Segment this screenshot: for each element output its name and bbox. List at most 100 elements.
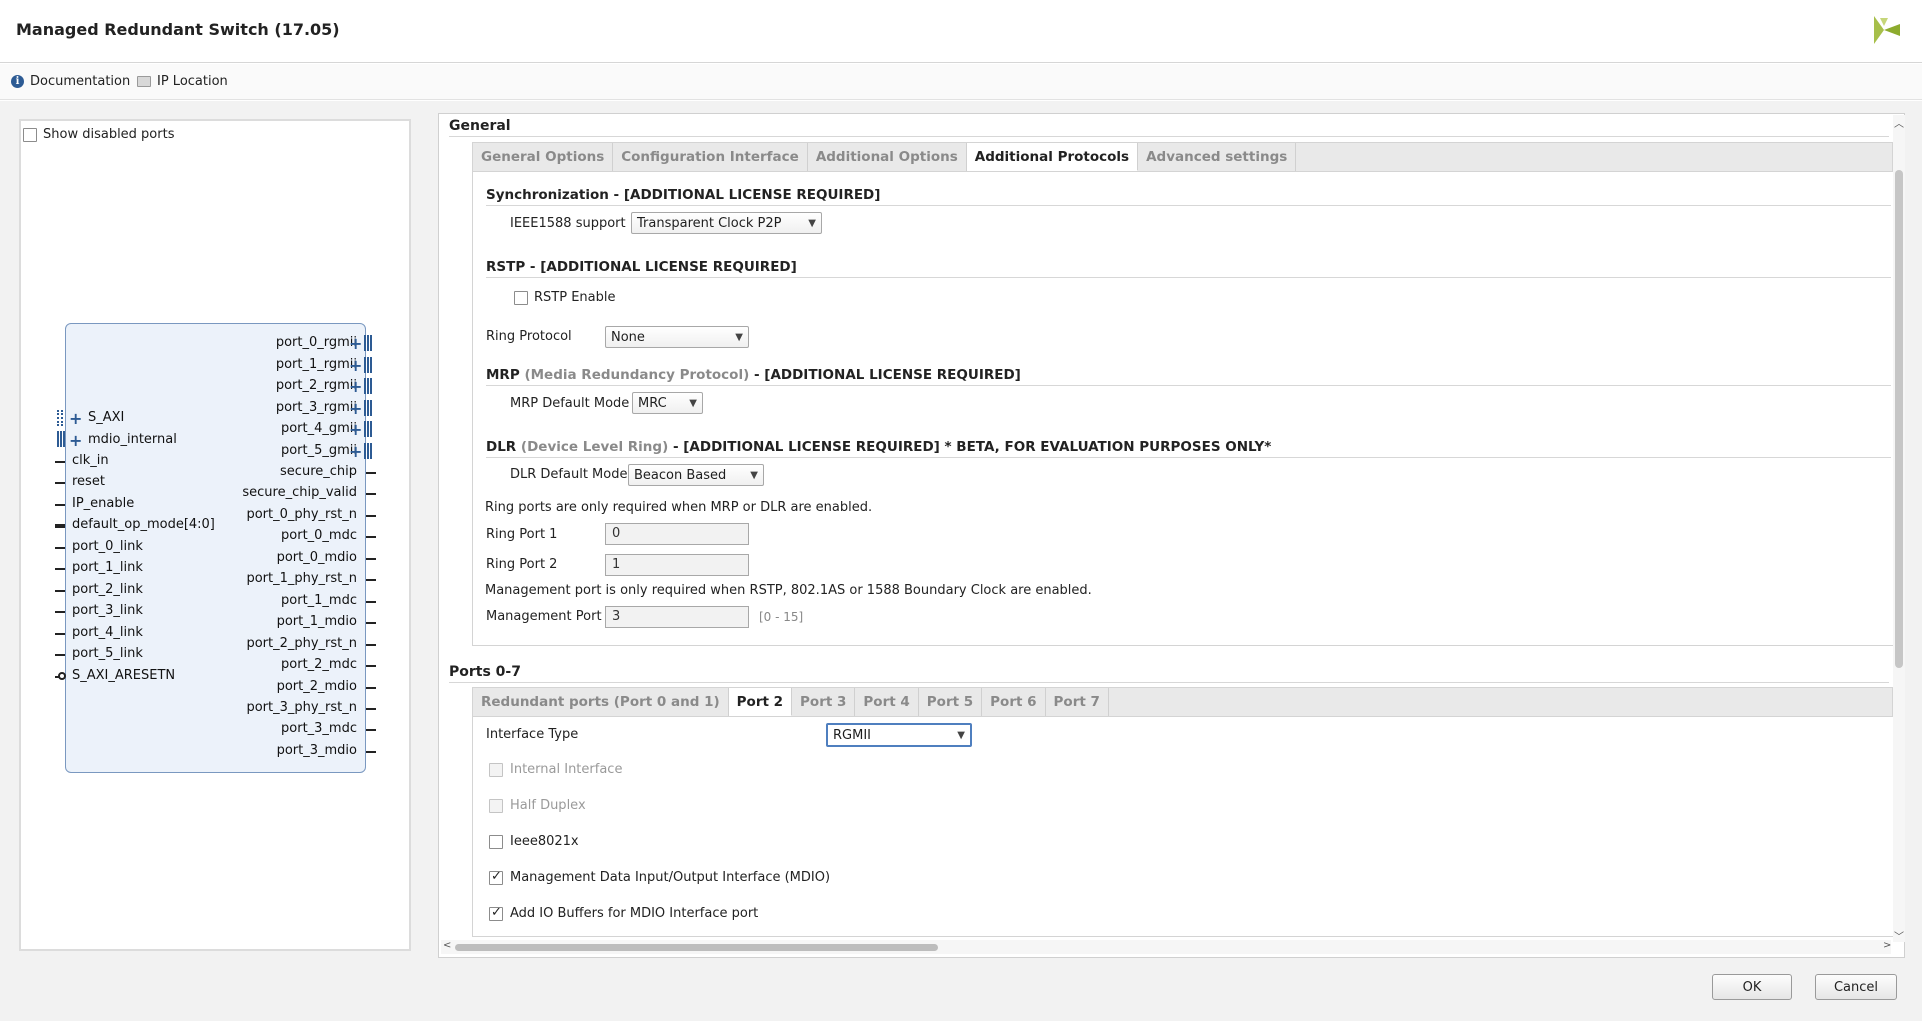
internal-interface-toggle[interactable]: Internal Interface <box>489 762 622 777</box>
bus-icon <box>364 421 372 437</box>
tab-port-7[interactable]: Port 7 <box>1046 688 1109 716</box>
documentation-label: Documentation <box>30 74 131 89</box>
ring-protocol-label: Ring Protocol <box>486 329 572 344</box>
general-section-title: General <box>449 118 511 134</box>
mdio-toggle[interactable]: Management Data Input/Output Interface (… <box>489 869 831 885</box>
expand-icon[interactable]: + <box>349 379 362 395</box>
port-3-link: port_3_link <box>72 603 143 618</box>
pin-stub <box>55 482 65 484</box>
port-3-mdc: port_3_mdc <box>281 721 357 736</box>
horizontal-scroll-thumb[interactable] <box>455 944 938 951</box>
mdio-bus-icon <box>57 431 65 447</box>
tab-additional-protocols[interactable]: Additional Protocols <box>966 143 1139 171</box>
internal-interface-checkbox[interactable] <box>489 762 503 777</box>
mrp-mode-select[interactable]: MRC ▼ <box>632 392 703 414</box>
ip-location-label: IP Location <box>157 74 228 89</box>
scroll-down-icon[interactable]: ﹀ <box>1894 928 1904 943</box>
half-duplex-checkbox[interactable] <box>489 798 503 813</box>
pin-stub <box>366 644 376 646</box>
port-4-link: port_4_link <box>72 625 143 640</box>
port-2-mdc: port_2_mdc <box>281 657 357 672</box>
ieee1588-select[interactable]: Transparent Clock P2P ▼ <box>631 212 822 234</box>
interface-type-label: Interface Type <box>486 727 579 742</box>
bus-icon <box>364 335 372 351</box>
general-tabbar: General Options Configuration Interface … <box>472 142 1893 172</box>
port-0-link: port_0_link <box>72 539 143 554</box>
expand-icon[interactable]: + <box>69 433 82 449</box>
tab-port-2[interactable]: Port 2 <box>728 688 793 716</box>
tab-port-6[interactable]: Port 6 <box>982 688 1046 716</box>
ring-protocol-select[interactable]: None ▼ <box>605 326 749 348</box>
mdio-checkbox[interactable] <box>489 869 503 885</box>
ring-port-2-input[interactable]: 1 <box>605 554 749 576</box>
vertical-scroll-thumb[interactable] <box>1895 170 1903 668</box>
io-buffers-toggle[interactable]: Add IO Buffers for MDIO Interface port <box>489 905 759 921</box>
divider <box>486 385 1891 386</box>
scroll-up-icon[interactable]: ︿ <box>1894 115 1904 130</box>
port-secure-chip: secure_chip <box>280 464 357 479</box>
ieee8021x-toggle[interactable]: Ieee8021x <box>489 834 579 849</box>
tab-general-options[interactable]: General Options <box>473 143 614 171</box>
expand-icon[interactable]: + <box>349 336 362 352</box>
mrp-section-title: MRP (Media Redundancy Protocol) - [ADDIT… <box>486 367 1021 383</box>
pin-stub <box>366 665 376 667</box>
ring-port-1-input[interactable]: 0 <box>605 523 749 545</box>
port-s-axi: S_AXI <box>88 410 125 425</box>
tab-port-3[interactable]: Port 3 <box>792 688 856 716</box>
mdio-label: Management Data Input/Output Interface (… <box>510 870 831 885</box>
rstp-enable-toggle[interactable]: RSTP Enable <box>514 290 615 305</box>
port-4-gmii: port_4_gmii <box>280 421 357 436</box>
half-duplex-toggle[interactable]: Half Duplex <box>489 798 586 813</box>
io-buffers-label: Add IO Buffers for MDIO Interface port <box>510 906 759 921</box>
bus-icon <box>364 443 372 459</box>
tab-additional-options[interactable]: Additional Options <box>808 143 967 171</box>
expand-icon[interactable]: + <box>349 358 362 374</box>
port-2-phy-rst-n: port_2_phy_rst_n <box>246 636 357 651</box>
port-s-axi-aresetn: S_AXI_ARESETN <box>72 668 176 683</box>
internal-interface-label: Internal Interface <box>510 762 623 777</box>
pin-stub <box>55 524 65 528</box>
expand-icon[interactable]: + <box>349 444 362 460</box>
rstp-enable-label: RSTP Enable <box>534 290 616 305</box>
divider <box>486 457 1891 458</box>
port-2-link: port_2_link <box>72 582 143 597</box>
scroll-right-icon[interactable]: > <box>1883 940 1891 951</box>
folder-icon <box>137 76 151 87</box>
divider <box>449 136 1889 137</box>
pin-stub <box>366 687 376 689</box>
expand-icon[interactable]: + <box>69 411 82 427</box>
ports-section-title: Ports 0-7 <box>449 664 521 680</box>
tab-advanced-settings[interactable]: Advanced settings <box>1138 143 1297 171</box>
pin-stub <box>366 536 376 538</box>
expand-icon[interactable]: + <box>349 401 362 417</box>
cancel-button[interactable]: Cancel <box>1815 974 1897 1000</box>
pin-stub <box>366 708 376 710</box>
divider <box>486 205 1891 206</box>
tab-redundant-ports[interactable]: Redundant ports (Port 0 and 1) <box>473 688 729 716</box>
management-port-input[interactable]: 3 <box>605 606 749 628</box>
ports-tabbar: Redundant ports (Port 0 and 1) Port 2 Po… <box>472 687 1893 717</box>
divider <box>486 277 1891 278</box>
expand-icon[interactable]: + <box>349 422 362 438</box>
bus-icon <box>364 357 372 373</box>
ieee8021x-checkbox[interactable] <box>489 834 503 849</box>
pin-stub <box>366 751 376 753</box>
port-2-mdio: port_2_mdio <box>276 679 357 694</box>
port-default-op-mode: default_op_mode[4:0] <box>72 517 215 532</box>
tab-configuration-interface[interactable]: Configuration Interface <box>613 143 808 171</box>
documentation-link[interactable]: i Documentation <box>11 74 130 89</box>
port-0-rgmii: port_0_rgmii <box>275 335 357 350</box>
rstp-enable-checkbox[interactable] <box>514 290 528 305</box>
xilinx-logo-icon <box>1874 16 1900 44</box>
scroll-left-icon[interactable]: < <box>443 940 451 951</box>
show-disabled-ports-checkbox[interactable] <box>23 127 37 142</box>
tab-port-4[interactable]: Port 4 <box>855 688 919 716</box>
show-disabled-ports-toggle[interactable]: Show disabled ports <box>23 127 174 142</box>
sync-section-title: Synchronization - [ADDITIONAL LICENSE RE… <box>486 187 881 203</box>
dlr-mode-select[interactable]: Beacon Based ▼ <box>628 464 764 486</box>
tab-port-5[interactable]: Port 5 <box>919 688 983 716</box>
interface-type-select[interactable]: RGMII ▼ <box>826 723 972 747</box>
ip-location-link[interactable]: IP Location <box>137 74 228 89</box>
io-buffers-checkbox[interactable] <box>489 905 503 921</box>
ok-button[interactable]: OK <box>1712 974 1792 1000</box>
